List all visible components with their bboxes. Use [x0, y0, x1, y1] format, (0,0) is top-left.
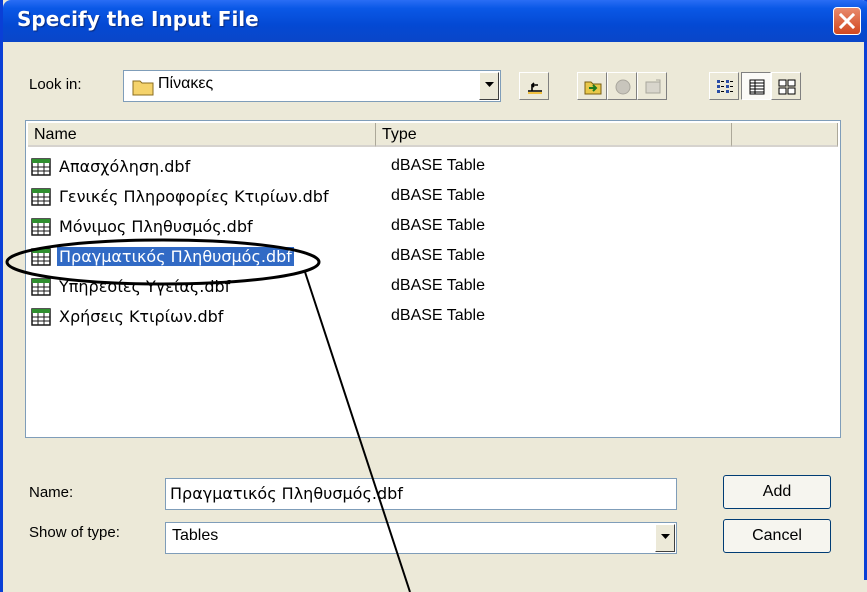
dialog-bottom-padding — [6, 580, 867, 592]
table-icon — [31, 188, 51, 206]
up-one-level-button[interactable] — [519, 72, 549, 100]
connect-folder-icon — [584, 81, 602, 95]
file-name-input[interactable]: Πραγματικός Πληθυσμός.dbf — [165, 478, 677, 510]
close-icon — [838, 12, 856, 30]
column-header-name[interactable]: Name — [28, 123, 376, 147]
file-type: dBASE Table — [391, 217, 485, 234]
properties-button[interactable] — [637, 72, 667, 100]
file-name: Χρήσεις Κτιρίων.dbf — [59, 307, 224, 326]
connect-folder-button[interactable] — [577, 72, 607, 100]
file-type: dBASE Table — [391, 187, 485, 204]
table-icon — [31, 218, 51, 236]
file-row[interactable]: Απασχόληση.dbf dBASE Table — [29, 155, 829, 179]
file-name: Υπηρεσίες Υγείας.dbf — [59, 277, 231, 296]
file-name: Πραγματικός Πληθυσμός.dbf — [57, 247, 294, 266]
file-name: Γενικές Πληροφορίες Κτιρίων.dbf — [59, 187, 329, 206]
file-row[interactable]: Υπηρεσίες Υγείας.dbf dBASE Table — [29, 275, 829, 299]
properties-icon — [645, 79, 661, 94]
look-in-value: Πίνακες — [158, 75, 214, 92]
table-icon — [31, 248, 51, 266]
table-icon — [31, 278, 51, 296]
file-type: dBASE Table — [391, 307, 485, 324]
disconnect-folder-icon — [615, 79, 631, 95]
file-name-value: Πραγματικός Πληθυσμός.dbf — [170, 484, 403, 503]
file-type-dropdown-button[interactable] — [655, 524, 675, 552]
file-list[interactable]: Name Type Απασχόληση.dbf dBASE Table Γενικ… — [25, 120, 841, 438]
chevron-down-icon — [661, 534, 670, 539]
file-type-dropdown[interactable]: Tables — [165, 522, 677, 554]
file-type: dBASE Table — [391, 277, 485, 294]
file-type-value: Tables — [172, 527, 219, 544]
file-row[interactable]: Μόνιμος Πληθυσμός.dbf dBASE Table — [29, 215, 829, 239]
cancel-button[interactable]: Cancel — [723, 519, 831, 553]
name-label: Name: — [29, 484, 74, 501]
details-view-button[interactable] — [741, 72, 771, 100]
thumbnails-view-button[interactable] — [771, 72, 801, 100]
file-name: Απασχόληση.dbf — [59, 157, 191, 176]
file-dialog: Specify the Input File Look in: Πίνακες — [0, 0, 867, 592]
up-one-level-icon — [528, 82, 542, 94]
dialog-title: Specify the Input File — [17, 7, 259, 31]
look-in-dropdown[interactable]: Πίνακες — [123, 70, 501, 102]
disconnect-folder-button[interactable] — [607, 72, 637, 100]
thumbnails-view-icon — [778, 79, 796, 95]
look-in-label: Look in: — [29, 76, 82, 93]
show-of-type-label: Show of type: — [29, 524, 120, 541]
look-in-dropdown-button[interactable] — [479, 72, 499, 100]
file-row[interactable]: Πραγματικός Πληθυσμός.dbf dBASE Table — [29, 245, 829, 269]
details-view-icon — [749, 79, 765, 95]
chevron-down-icon — [485, 82, 494, 87]
file-row[interactable]: Γενικές Πληροφορίες Κτιρίων.dbf dBASE Tab… — [29, 185, 829, 209]
title-bar[interactable]: Specify the Input File — [3, 0, 867, 42]
table-icon — [31, 158, 51, 176]
file-name: Μόνιμος Πληθυσμός.dbf — [59, 217, 253, 236]
file-type: dBASE Table — [391, 157, 485, 174]
list-view-button[interactable] — [709, 72, 739, 100]
column-header-type[interactable]: Type — [376, 123, 732, 147]
list-view-icon — [717, 80, 733, 93]
file-type: dBASE Table — [391, 247, 485, 264]
close-button[interactable] — [833, 7, 861, 35]
table-icon — [31, 308, 51, 326]
add-button[interactable]: Add — [723, 475, 831, 509]
folder-icon — [132, 80, 154, 96]
column-header-empty[interactable] — [732, 123, 838, 147]
file-row[interactable]: Χρήσεις Κτιρίων.dbf dBASE Table — [29, 305, 829, 329]
